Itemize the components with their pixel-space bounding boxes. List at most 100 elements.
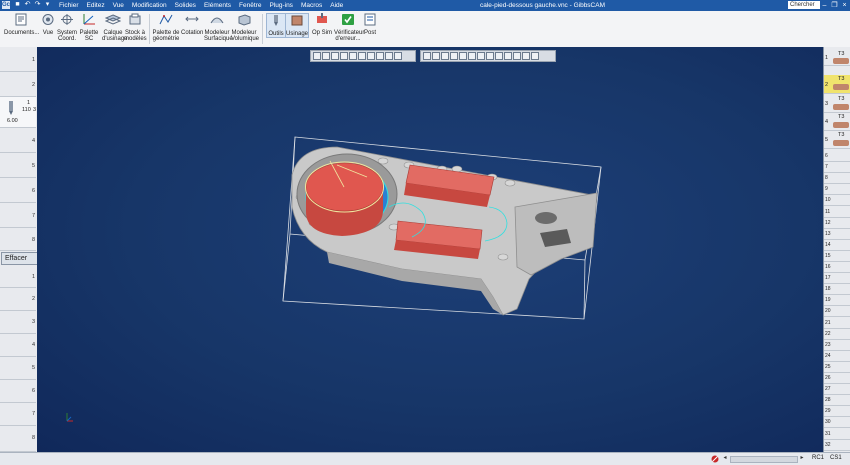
tool-slot[interactable]: 7 [0,203,36,228]
operation-slot[interactable]: 5 T3 [824,131,850,149]
operation-slot[interactable]: 12 [824,218,850,229]
3d-viewport[interactable] [37,47,823,452]
operation-slot[interactable]: 1 T3 [824,51,850,66]
process-slot[interactable]: 6 [0,380,36,403]
vue-button[interactable]: Vue [40,13,56,36]
process-slot[interactable]: 5 [0,357,36,380]
tool-slot-active[interactable]: 1 110 3 6.00 [0,97,36,128]
tool-slot[interactable]: 8 [0,228,36,251]
palette-geometrie-button[interactable]: Palette de géométrie [152,13,180,43]
operation-slot[interactable]: 27 [824,384,850,396]
dropdown-icon[interactable]: ▾ [43,1,52,9]
undo-icon[interactable]: ↶ [23,1,32,9]
close-icon[interactable]: × [840,0,849,11]
cotation-button[interactable]: Cotation [181,13,203,36]
operation-slot[interactable]: 11 [824,207,850,218]
operation-slot[interactable]: 31 [824,429,850,440]
post-label: Post [363,29,376,36]
scroll-left-icon[interactable]: ◂ [721,454,729,463]
operation-slot-number: 6 [825,153,828,159]
operation-slot-number: 13 [825,230,831,237]
modeleur-surfacique-button[interactable]: Modeleur Surfacique [204,13,233,43]
operation-slot[interactable]: 8 [824,173,850,185]
operation-slot[interactable]: 17 [824,273,850,285]
process-slot[interactable]: 8 [0,426,36,452]
tool-slot[interactable]: 2 [0,72,36,97]
operation-slot[interactable]: 22 [824,329,850,340]
operation-slot[interactable]: 10 [824,195,850,207]
menu-fenetre[interactable]: Fenêtre [235,0,265,11]
operation-slot[interactable]: 13 [824,229,850,240]
part-model[interactable] [37,47,823,452]
scroll-right-icon[interactable]: ▸ [798,454,806,463]
tool-slot[interactable]: 6 [0,178,36,203]
operation-slot[interactable]: 29 [824,406,850,418]
restore-icon[interactable]: ❐ [830,0,839,11]
menu-editez[interactable]: Editez [83,0,109,11]
coordinate-system-readout[interactable]: RC1 [812,455,824,461]
menu-aide[interactable]: Aide [326,0,347,11]
post-button[interactable]: Post [362,13,378,36]
redo-icon[interactable]: ↷ [33,1,42,9]
current-cs-readout[interactable]: CS1 [830,455,842,461]
operation-slot[interactable]: 15 [824,251,850,262]
process-slot[interactable]: 4 [0,334,36,357]
op-sim-button[interactable]: Op Sim [310,13,334,36]
modeleur-volumique-button[interactable]: Modeleur Volumique [231,13,259,43]
operation-slot[interactable]: 16 [824,262,850,273]
operation-slot[interactable]: 19 [824,295,850,307]
menu-plugins[interactable]: Plug-ins [265,0,296,11]
process-slot[interactable]: 1 [0,267,36,288]
operation-slot-number: 32 [825,441,831,448]
operation-slot[interactable]: 18 [824,284,850,296]
operation-slot[interactable]: 4 T3 [824,113,850,131]
process-slot[interactable]: 2 [0,288,36,311]
timeline-scrollbar[interactable] [730,456,798,463]
operation-slot[interactable]: 32 [824,440,850,451]
search-input[interactable]: Chercher [788,1,820,9]
stock-modeles-button[interactable]: Stock à modèles [124,13,147,43]
menu-modification[interactable]: Modification [128,0,171,11]
tool-slot[interactable]: 4 [0,128,36,153]
operation-slot[interactable]: 26 [824,373,850,384]
operation-slot[interactable]: 7 [824,162,850,174]
palette-sc-button[interactable]: Palette SC [77,13,101,43]
verificateur-button[interactable]: Vérificateur d'erreur... [334,13,364,43]
tool-slot[interactable]: 1 [0,47,36,72]
operation-slot[interactable]: 25 [824,362,850,373]
document-icon [15,13,27,26]
menu-elements[interactable]: Eléments [200,0,235,11]
documents-button[interactable]: Documents... [4,13,39,36]
operation-slot[interactable]: 30 [824,417,850,429]
operation-slot[interactable]: 23 [824,340,850,351]
operation-slot[interactable]: 3 T3 [824,95,850,113]
minimize-icon[interactable]: – [820,0,829,11]
operation-slot[interactable]: 28 [824,395,850,407]
op-sim-label: Op Sim [311,29,332,36]
operation-slot[interactable]: 6 [824,151,850,162]
process-slot[interactable]: 3 [0,311,36,334]
menu-vue[interactable]: Vue [109,0,128,11]
operation-slot[interactable]: 21 [824,318,850,329]
app-icon[interactable]: Gc [2,1,10,9]
process-slot[interactable]: 7 [0,403,36,426]
menu-solides[interactable]: Solides [171,0,200,11]
operation-slot[interactable]: 9 [824,184,850,196]
operation-list-panel: 1 T3 2 T3 3 T3 4 T3 5 T3 6 7 8 9 10 11 12 13 14 1… [823,47,850,452]
menu-fichier[interactable]: Fichier [55,0,83,11]
operation-slot[interactable]: 14 [824,240,850,251]
stop-icon[interactable] [711,455,719,463]
operation-slot[interactable]: 24 [824,351,850,362]
effacer-button[interactable]: Effacer [1,252,40,265]
tool-slot[interactable]: 5 [0,153,36,178]
operation-slot-selected[interactable]: 2 T3 [824,75,850,94]
outils-label: Outils [268,30,284,37]
usinage-button[interactable]: Usinage [285,13,309,38]
save-icon[interactable]: ■ [13,1,22,9]
menu-bar: Fichier Editez Vue Modification Solides … [55,0,347,11]
calque-usinage-button[interactable]: Calque d'usinage [102,13,128,43]
operation-slot[interactable]: 20 [824,306,850,318]
system-coord-button[interactable]: System Coord. [57,13,77,43]
menu-macros[interactable]: Macros [297,0,326,11]
outils-button[interactable]: Outils [266,13,286,38]
